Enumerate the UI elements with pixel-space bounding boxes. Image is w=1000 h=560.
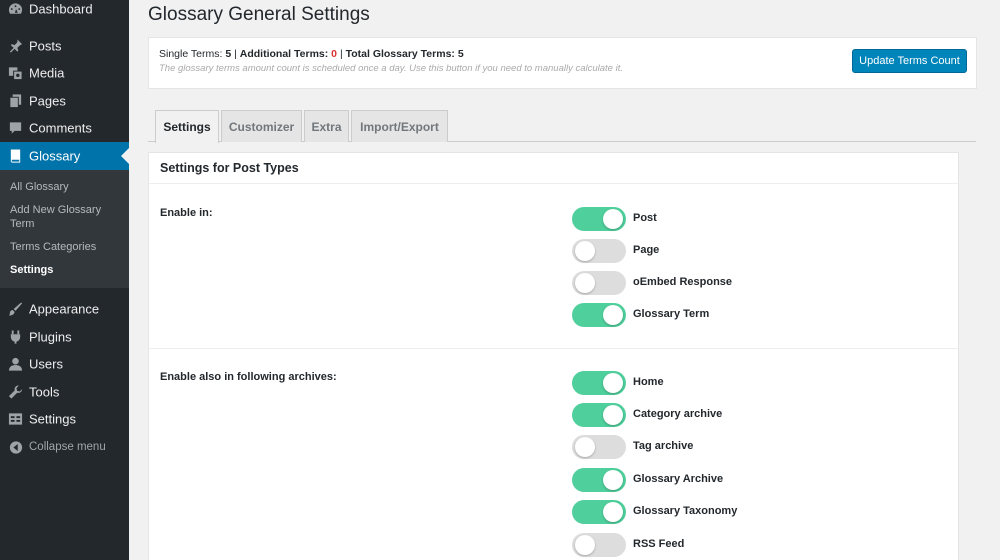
toggle-knob xyxy=(575,535,595,555)
menu-item-posts[interactable]: Posts xyxy=(0,32,129,60)
toggle-glossary-archive[interactable] xyxy=(572,468,626,492)
submenu-all-glossary[interactable]: All Glossary xyxy=(10,180,120,194)
plugin-icon xyxy=(8,330,23,345)
menu-label: Plugins xyxy=(29,329,72,345)
toggle-label-home: Home xyxy=(633,376,664,388)
toggle-knob xyxy=(603,305,623,325)
toggle-label-tag-archive: Tag archive xyxy=(633,440,694,452)
collapse-icon xyxy=(8,440,23,455)
separator: | xyxy=(234,48,237,60)
menu-label: Tools xyxy=(29,384,60,400)
toggle-glossary-taxonomy[interactable] xyxy=(572,500,626,524)
toggle-oembed-response[interactable] xyxy=(572,271,626,295)
menu-label: Users xyxy=(29,356,63,372)
admin-sidebar: Dashboard Posts Media Pages Comments Glo… xyxy=(0,0,129,560)
pages-icon xyxy=(8,94,23,109)
toggle-label-page: Page xyxy=(633,244,660,256)
toggle-knob xyxy=(603,209,623,229)
menu-item-glossary[interactable]: Glossary xyxy=(0,142,129,170)
book-icon xyxy=(8,149,23,164)
toggle-label-glossary-taxonomy: Glossary Taxonomy xyxy=(633,505,738,517)
toggle-knob xyxy=(603,405,623,425)
collapse-label: Collapse menu xyxy=(29,441,106,453)
menu-label: Settings xyxy=(29,411,76,427)
submenu-add-new-term[interactable]: Add New Glossary Term xyxy=(10,203,120,231)
notice-description: The glossary terms amount count is sched… xyxy=(159,63,623,74)
panel-header: Settings for Post Types xyxy=(149,153,958,184)
menu-label: Appearance xyxy=(29,301,100,317)
tab-extra[interactable]: Extra xyxy=(304,110,349,142)
menu-item-users[interactable]: Users xyxy=(0,350,129,378)
menu-label: Pages xyxy=(29,93,66,109)
toggle-knob xyxy=(603,470,623,490)
menu-item-comments[interactable]: Comments xyxy=(0,114,129,142)
pin-icon xyxy=(8,39,23,54)
total-terms-value: 5 xyxy=(457,48,464,60)
menu-item-appearance[interactable]: Appearance xyxy=(0,295,129,323)
toggle-label-oembed-response: oEmbed Response xyxy=(633,276,733,288)
wrench-icon xyxy=(8,385,23,400)
toggle-post[interactable] xyxy=(572,207,626,231)
collapse-menu-button[interactable]: Collapse menu xyxy=(0,433,129,461)
additional-terms-value: 0 xyxy=(331,48,338,60)
menu-label: Dashboard xyxy=(29,1,93,17)
additional-terms-label: Additional Terms: xyxy=(239,48,329,60)
tab-import-export[interactable]: Import/Export xyxy=(351,110,448,142)
brush-icon xyxy=(8,302,23,317)
toggle-page[interactable] xyxy=(572,239,626,263)
total-terms-label: Total Glossary Terms: xyxy=(345,48,455,60)
menu-item-pages[interactable]: Pages xyxy=(0,87,129,115)
settings-panel: Settings for Post Types Enable in: Post … xyxy=(148,152,959,560)
menu-item-dashboard[interactable]: Dashboard xyxy=(0,0,129,23)
page-title: Glossary General Settings xyxy=(148,4,370,25)
submenu-settings[interactable]: Settings xyxy=(10,263,120,277)
update-terms-count-button[interactable]: Update Terms Count xyxy=(852,49,967,73)
panel-title: Settings for Post Types xyxy=(160,161,299,175)
toggle-knob xyxy=(575,241,595,261)
section-divider xyxy=(149,348,958,349)
tab-customizer[interactable]: Customizer xyxy=(221,110,302,142)
menu-label: Media xyxy=(29,65,65,81)
toggle-knob xyxy=(603,373,623,393)
glossary-submenu: All Glossary Add New Glossary Term Terms… xyxy=(0,170,129,288)
toggle-label-rss-feed: RSS Feed xyxy=(633,538,685,550)
toggle-rss-feed[interactable] xyxy=(572,533,626,557)
enable-in-label: Enable in: xyxy=(160,207,213,219)
menu-label: Glossary xyxy=(29,148,81,164)
settings-icon xyxy=(8,412,23,427)
toggle-tag-archive[interactable] xyxy=(572,435,626,459)
archives-label: Enable also in following archives: xyxy=(160,371,337,383)
single-terms-label: Single Terms: xyxy=(159,48,223,60)
toggle-label-post: Post xyxy=(633,212,657,224)
dashboard-icon xyxy=(8,2,23,17)
menu-item-tools[interactable]: Tools xyxy=(0,378,129,406)
submenu-terms-categories[interactable]: Terms Categories xyxy=(10,240,120,254)
menu-item-plugins[interactable]: Plugins xyxy=(0,323,129,351)
media-icon xyxy=(8,66,23,81)
separator: | xyxy=(339,48,343,60)
single-terms-value: 5 xyxy=(225,48,232,60)
menu-item-settings[interactable]: Settings xyxy=(0,405,129,433)
menu-label: Posts xyxy=(29,38,62,54)
toggle-home[interactable] xyxy=(572,371,626,395)
toggle-label-glossary-term: Glossary Term xyxy=(633,308,710,320)
toggle-category-archive[interactable] xyxy=(572,403,626,427)
user-icon xyxy=(8,357,23,372)
comment-icon xyxy=(8,121,23,136)
tab-settings[interactable]: Settings xyxy=(155,110,219,143)
terms-count-line: Single Terms: 5 | Additional Terms: 0 | … xyxy=(159,48,464,60)
menu-item-media[interactable]: Media xyxy=(0,59,129,87)
toggle-knob xyxy=(603,502,623,522)
menu-label: Comments xyxy=(29,120,92,136)
toggle-glossary-term[interactable] xyxy=(572,303,626,327)
toggle-knob xyxy=(575,437,595,457)
toggle-label-category-archive: Category archive xyxy=(633,408,723,420)
toggle-knob xyxy=(575,273,595,293)
toggle-label-glossary-archive: Glossary Archive xyxy=(633,473,724,485)
terms-count-notice: Single Terms: 5 | Additional Terms: 0 | … xyxy=(148,37,977,89)
